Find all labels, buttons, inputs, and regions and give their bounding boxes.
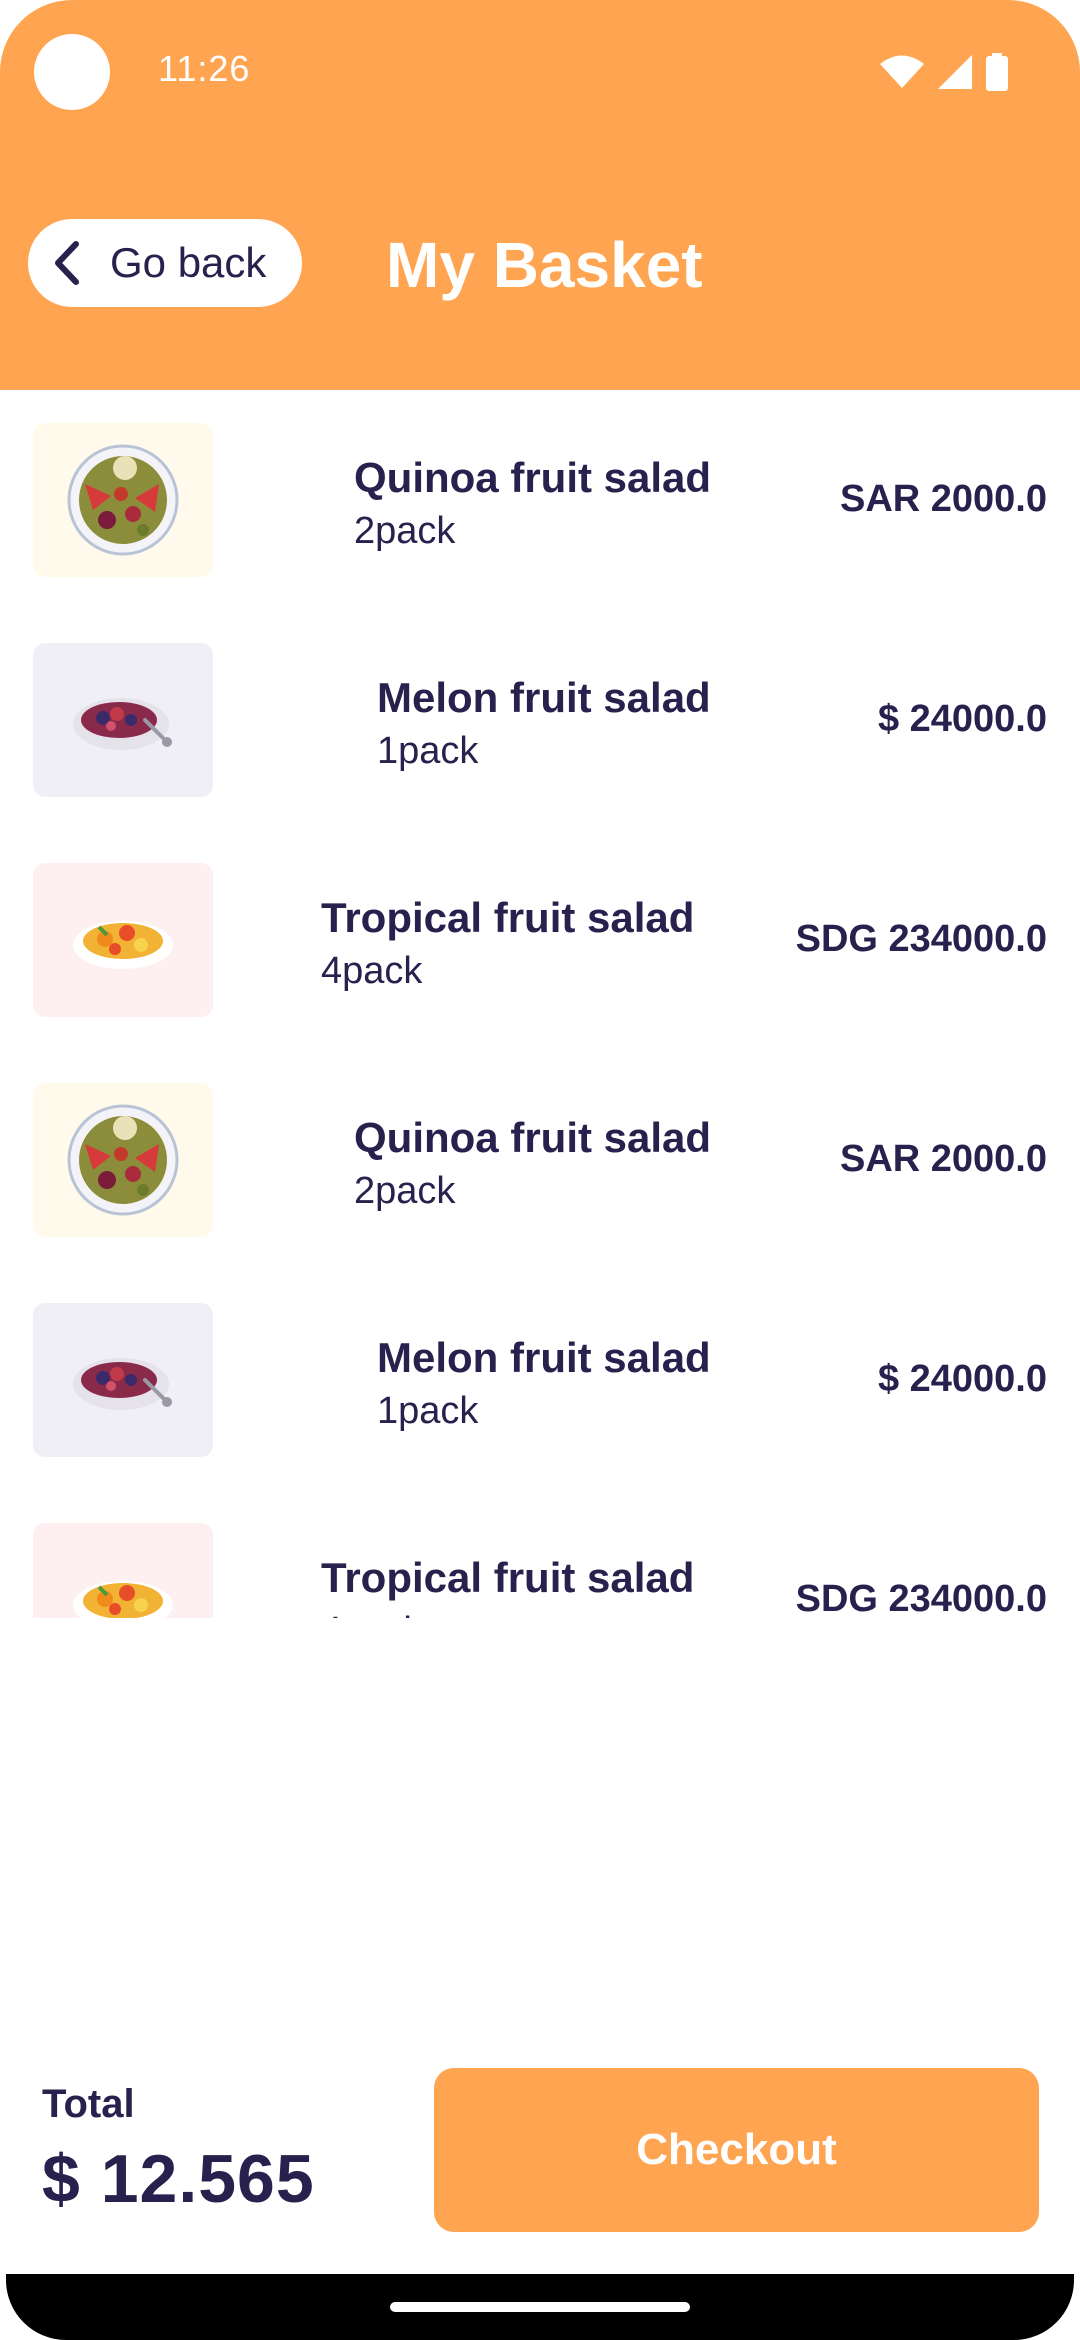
basket-item-thumbnail [33, 643, 213, 797]
basket-item-info: Quinoa fruit salad 2pack [354, 454, 711, 554]
basket-item-thumbnail [33, 1523, 213, 1618]
basket-item-name: Quinoa fruit salad [354, 454, 712, 501]
page-title: My Basket [386, 229, 703, 301]
basket-item-info: Melon fruit salad 1pack [377, 1334, 711, 1434]
basket-item-info: Melon fruit salad 1pack [377, 674, 711, 774]
basket-item-price: SAR 2000.0 [839, 478, 1047, 520]
basket-item[interactable]: Quinoa fruit salad 2pack SAR 2000.0 [0, 1050, 1080, 1270]
go-back-label: Go back [110, 239, 267, 286]
basket-item-name: Tropical fruit salad [321, 1554, 695, 1601]
battery-icon [986, 53, 1008, 91]
go-back-button[interactable]: Go back [28, 219, 302, 307]
basket-item[interactable]: Tropical fruit salad 4pack SDG 234000.0 [0, 1490, 1080, 1618]
basket-item-quantity: 1pack [377, 1390, 479, 1432]
signal-icon [938, 55, 972, 89]
melon-salad-icon [73, 698, 172, 750]
basket-item-thumbnail [33, 423, 213, 577]
basket-item-quantity: 2pack [354, 510, 456, 552]
basket-item-name: Quinoa fruit salad [354, 1114, 712, 1161]
basket-item-name: Melon fruit salad [377, 1334, 711, 1381]
basket-item-info: Tropical fruit salad 4pack [321, 1554, 694, 1618]
basket-item-price: $ 24000.0 [877, 1358, 1047, 1400]
basket-item-quantity: 2pack [354, 1170, 456, 1212]
basket-item-thumbnail [33, 1303, 213, 1457]
status-icons [880, 52, 1008, 92]
basket-item[interactable]: Melon fruit salad 1pack $ 24000.0 [0, 1270, 1080, 1490]
basket-item[interactable]: Melon fruit salad 1pack $ 24000.0 [0, 610, 1080, 830]
total-label: Total [42, 2082, 135, 2126]
basket-item-price: SDG 234000.0 [795, 918, 1047, 960]
basket-item-price: SAR 2000.0 [839, 1138, 1047, 1180]
basket-item-thumbnail [33, 1083, 213, 1237]
basket-item-quantity: 4pack [321, 950, 423, 992]
basket-item[interactable]: Quinoa fruit salad 2pack SAR 2000.0 [0, 390, 1080, 610]
basket-item-price: $ 24000.0 [877, 698, 1047, 740]
wifi-icon [880, 55, 924, 88]
basket-item-info: Quinoa fruit salad 2pack [354, 1114, 711, 1214]
basket-item-thumbnail [33, 863, 213, 1017]
status-time: 11:26 [158, 48, 251, 89]
tropical-salad-icon [73, 1581, 173, 1618]
basket-item-info: Tropical fruit salad 4pack [321, 894, 694, 994]
basket-item-name: Melon fruit salad [377, 674, 711, 721]
quinoa-salad-icon [67, 444, 179, 556]
basket-list[interactable]: Quinoa fruit salad 2pack SAR 2000.0 Melo… [0, 390, 1080, 1618]
tropical-salad-icon [73, 921, 173, 969]
quinoa-salad-icon [67, 1104, 179, 1216]
basket-item-name: Tropical fruit salad [321, 894, 695, 941]
basket-item-quantity: 4pack [321, 1608, 694, 1618]
total-amount: $ 12.565 [42, 2141, 315, 2217]
checkout-button[interactable]: Checkout [434, 2068, 1039, 2232]
basket-item-price: SDG 234000.0 [795, 1578, 1047, 1618]
basket-item[interactable]: Tropical fruit salad 4pack SDG 234000.0 [0, 830, 1080, 1050]
home-indicator[interactable] [390, 2302, 690, 2312]
melon-salad-icon [73, 1358, 172, 1410]
status-bar: 11:26 [0, 0, 1080, 140]
chevron-left-icon [46, 239, 86, 287]
basket-item-quantity: 1pack [377, 730, 479, 772]
camera-cutout [34, 34, 110, 110]
